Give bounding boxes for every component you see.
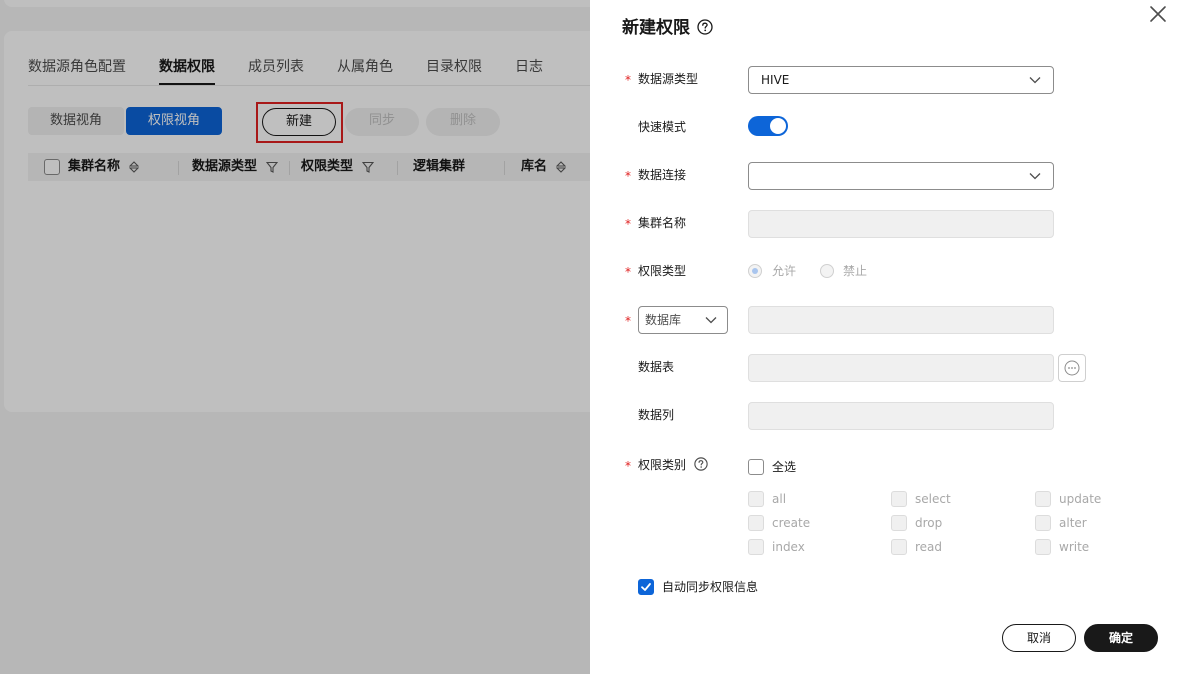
perm-read-label: read <box>915 540 943 554</box>
data-connection-label: 数据连接 <box>638 168 687 182</box>
perm-create-label: create <box>772 516 811 530</box>
table-input[interactable] <box>748 354 1054 382</box>
help-icon[interactable] <box>694 457 708 471</box>
perm-read-checkbox[interactable] <box>891 539 907 555</box>
database-scope-value: 数据库 <box>645 313 682 327</box>
auto-sync-label: 自动同步权限信息 <box>662 580 759 594</box>
perm-alter-checkbox[interactable] <box>1035 515 1051 531</box>
column-label: 数据列 <box>638 408 675 422</box>
perm-select-label: select <box>915 492 951 506</box>
auto-sync-checkbox[interactable] <box>638 579 654 595</box>
required-mark: * <box>625 169 631 183</box>
radio-deny[interactable] <box>820 264 834 278</box>
close-icon[interactable] <box>1147 3 1169 25</box>
more-icon <box>1064 360 1080 376</box>
chevron-down-icon <box>705 317 717 324</box>
column-input[interactable] <box>748 402 1054 430</box>
perm-index-label: index <box>772 540 805 554</box>
perm-write-label: write <box>1059 540 1090 554</box>
table-label: 数据表 <box>638 360 675 374</box>
drawer-title: 新建权限 <box>622 18 690 38</box>
perm-update-checkbox[interactable] <box>1035 491 1051 507</box>
datasource-type-value: HIVE <box>761 73 790 87</box>
perm-all-checkbox[interactable] <box>748 491 764 507</box>
chevron-down-icon <box>1029 173 1041 180</box>
toggle-knob <box>770 118 786 134</box>
perm-select-checkbox[interactable] <box>891 491 907 507</box>
required-mark: * <box>625 73 631 87</box>
perm-alter-label: alter <box>1059 516 1087 530</box>
perm-write-checkbox[interactable] <box>1035 539 1051 555</box>
perm-drop-checkbox[interactable] <box>891 515 907 531</box>
permission-category-label: 权限类别 <box>638 458 687 472</box>
radio-allow[interactable] <box>748 264 762 278</box>
help-icon[interactable] <box>697 19 713 35</box>
datasource-type-select[interactable]: HIVE <box>748 66 1054 94</box>
cancel-button[interactable]: 取消 <box>1002 624 1076 652</box>
cluster-name-input[interactable] <box>748 210 1054 238</box>
datasource-type-label: 数据源类型 <box>638 72 699 86</box>
required-mark: * <box>625 217 631 231</box>
check-icon <box>641 583 651 591</box>
table-more-button[interactable] <box>1058 354 1086 382</box>
perm-index-checkbox[interactable] <box>748 539 764 555</box>
permission-type-label: 权限类型 <box>638 264 687 278</box>
select-all-checkbox[interactable] <box>748 459 764 475</box>
cluster-name-label: 集群名称 <box>638 216 687 230</box>
fast-mode-label: 快速模式 <box>638 120 687 134</box>
data-connection-select[interactable] <box>748 162 1054 190</box>
perm-all-label: all <box>772 492 787 506</box>
chevron-down-icon <box>1029 77 1041 84</box>
confirm-button[interactable]: 确定 <box>1084 624 1158 652</box>
perm-drop-label: drop <box>915 516 943 530</box>
required-mark: * <box>625 314 631 328</box>
radio-deny-label: 禁止 <box>843 264 868 278</box>
database-scope-select[interactable]: 数据库 <box>638 306 728 334</box>
required-mark: * <box>625 265 631 279</box>
radio-allow-label: 允许 <box>772 264 797 278</box>
new-permission-drawer: 新建权限 * 数据源类型 HIVE 快速模式 * 数据连接 * 集群名称 * 权… <box>590 0 1191 674</box>
select-all-label: 全选 <box>772 460 797 474</box>
fast-mode-toggle[interactable] <box>748 116 788 136</box>
perm-create-checkbox[interactable] <box>748 515 764 531</box>
perm-update-label: update <box>1059 492 1102 506</box>
required-mark: * <box>625 459 631 473</box>
database-input[interactable] <box>748 306 1054 334</box>
